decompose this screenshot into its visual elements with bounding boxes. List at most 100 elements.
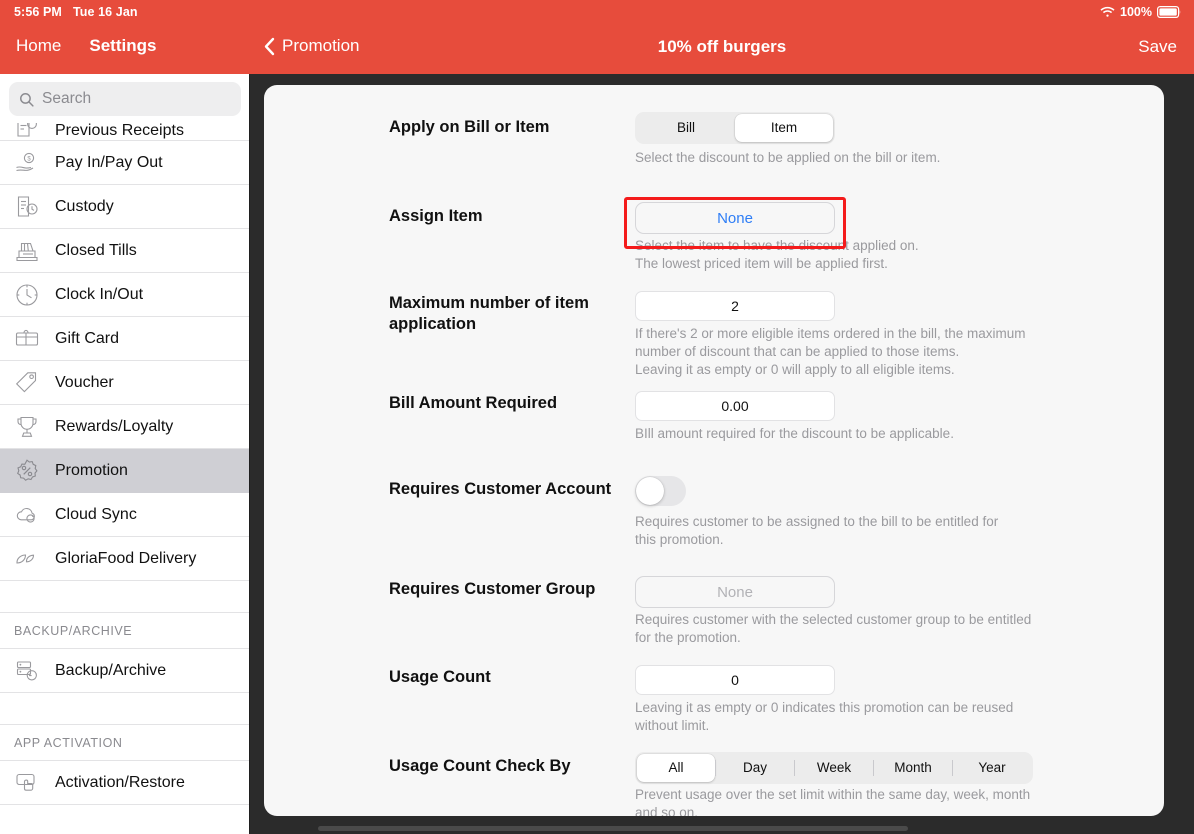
customer-group-value[interactable]: None	[635, 576, 835, 608]
segment-month[interactable]: Month	[874, 754, 952, 782]
tap-hand-icon	[16, 773, 35, 791]
trophy-icon	[17, 416, 37, 437]
bill-amount-input-wrap[interactable]: 0.00	[635, 391, 835, 421]
sidebar-item-previous-receipts[interactable]: Previous Receipts	[0, 123, 250, 141]
sidebar-list: Previous Receipts $ Pay In/Pay Out Custo…	[0, 123, 250, 834]
page-title: 10% off burgers	[657, 37, 787, 56]
field-hint-line1: Leaving it as empty or 0 indicates this …	[635, 700, 1014, 715]
cloud-sync-icon	[16, 507, 35, 523]
field-hint-line3: Leaving it as empty or 0 will apply to a…	[635, 362, 955, 377]
content-background: Apply on Bill or Item Bill Item Select t…	[250, 74, 1194, 834]
usage-count-input[interactable]: 0	[635, 665, 835, 695]
assign-item-picker[interactable]: None	[635, 202, 835, 234]
search-container: Search	[0, 74, 250, 123]
sidebar: 5:56 PM Tue 16 Jan Home Settings Search	[0, 0, 250, 834]
segment-year[interactable]: Year	[953, 754, 1031, 782]
sidebar-item-label: Backup/Archive	[55, 661, 167, 679]
sidebar-item-activation-restore[interactable]: Activation/Restore	[0, 761, 250, 805]
sidebar-item-pay-in-pay-out[interactable]: $ Pay In/Pay Out	[0, 141, 250, 185]
sidebar-item-cloud-sync[interactable]: Cloud Sync	[0, 493, 250, 537]
sidebar-item-voucher[interactable]: Voucher	[0, 361, 250, 405]
sidebar-item-label: Activation/Restore	[55, 773, 185, 791]
sidebar-item-rewards-loyalty[interactable]: Rewards/Loyalty	[0, 405, 250, 449]
status-date: Tue 16 Jan	[72, 5, 138, 19]
sidebar-item-label: Previous Receipts	[55, 123, 184, 139]
percent-badge-icon	[17, 458, 38, 481]
sidebar-item-label: Pay In/Pay Out	[55, 153, 163, 171]
cash-register-icon	[16, 242, 38, 261]
nav-settings-title: Settings	[89, 36, 157, 55]
max-item-application-input-wrap[interactable]: 2	[635, 291, 835, 321]
field-hint-line1: Select the item to have the discount app…	[635, 238, 919, 253]
sidebar-item-label: Promotion	[55, 461, 128, 479]
sidebar-gap	[0, 581, 250, 613]
max-item-application-input[interactable]: 2	[635, 291, 835, 321]
field-label: Apply on Bill or Item	[389, 118, 550, 136]
sidebar-item-promotion[interactable]: Promotion	[0, 449, 250, 493]
assign-item-value[interactable]: None	[635, 202, 835, 234]
sidebar-section-activation: APP ACTIVATION	[0, 725, 250, 761]
sidebar-item-clock-in-out[interactable]: Clock In/Out	[0, 273, 250, 317]
tag-icon	[15, 371, 37, 392]
segment-week[interactable]: Week	[795, 754, 873, 782]
toggle-track[interactable]	[635, 476, 686, 506]
field-hint-line1: Requires customer with the selected cust…	[635, 612, 1032, 627]
sidebar-item-label: Voucher	[55, 373, 114, 391]
bill-amount-input[interactable]: 0.00	[635, 391, 835, 421]
field-label: Assign Item	[389, 207, 483, 225]
requires-customer-group-picker[interactable]: None	[635, 576, 835, 608]
field-label: Bill Amount Required	[389, 394, 558, 412]
sidebar-item-label: Gift Card	[55, 329, 120, 347]
horizontal-scrollbar-track[interactable]	[250, 822, 1194, 834]
sidebar-section-backup: BACKUP/ARCHIVE	[0, 613, 250, 649]
clock-icon	[16, 283, 38, 306]
field-hint-line2: for the promotion.	[635, 630, 741, 645]
requires-customer-account-toggle[interactable]	[635, 476, 686, 506]
status-bar-left: 5:56 PM Tue 16 Jan	[14, 5, 138, 19]
field-label: Requires Customer Group	[389, 580, 596, 598]
usage-check-segmented-control[interactable]: All Day Week Month Year	[635, 752, 1033, 784]
sidebar-item-backup-archive[interactable]: Backup/Archive	[0, 649, 250, 693]
segment-item[interactable]: Item	[735, 114, 833, 142]
sidebar-tail	[0, 805, 250, 834]
sidebar-header: 5:56 PM Tue 16 Jan Home Settings	[0, 0, 250, 74]
leaf-icon	[16, 553, 35, 564]
field-hint-line2: number of discount that can be applied t…	[635, 344, 960, 359]
sidebar-item-label: Closed Tills	[55, 241, 137, 259]
segment-all[interactable]: All	[637, 754, 715, 782]
nav-home-button[interactable]: Home	[16, 36, 61, 56]
segment-bill[interactable]: Bill	[637, 114, 735, 142]
apply-on-segmented-control[interactable]: Bill Item	[635, 112, 835, 144]
field-hint-line2: and so on.	[635, 805, 699, 816]
search-icon	[20, 92, 34, 107]
battery-full-icon	[1157, 6, 1181, 18]
hand-money-icon: $	[16, 152, 35, 171]
sidebar-item-custody[interactable]: Custody	[0, 185, 250, 229]
usage-count-input-wrap[interactable]: 0	[635, 665, 835, 695]
field-hint-line1: Requires customer to be assigned to the …	[635, 514, 999, 529]
field-label: Usage Count Check By	[389, 757, 571, 775]
promotion-form-card: Apply on Bill or Item Bill Item Select t…	[264, 85, 1164, 816]
right-pane: 100% Promotion 10% off burgers Save Appl…	[250, 0, 1194, 834]
field-hint-line2: this promotion.	[635, 532, 724, 547]
wifi-icon	[1100, 6, 1115, 17]
sidebar-item-label: Cloud Sync	[55, 505, 137, 523]
sidebar-gap-2	[0, 693, 250, 725]
status-time: 5:56 PM	[14, 5, 62, 19]
segment-day[interactable]: Day	[716, 754, 794, 782]
search-placeholder: Search	[42, 90, 92, 107]
horizontal-scrollbar-thumb[interactable]	[318, 826, 908, 831]
sidebar-item-gift-card[interactable]: Gift Card	[0, 317, 250, 361]
search-input[interactable]: Search	[9, 82, 241, 116]
field-hint-line1: Prevent usage over the set limit within …	[635, 787, 1031, 802]
document-clock-icon	[17, 195, 38, 217]
toggle-knob	[636, 477, 664, 505]
app-screen: 5:56 PM Tue 16 Jan Home Settings Search	[0, 0, 1194, 834]
sidebar-item-label: Clock In/Out	[55, 285, 144, 303]
save-button[interactable]: Save	[1138, 37, 1177, 57]
sidebar-divider	[249, 74, 250, 834]
field-label: Maximum number of item application	[389, 294, 589, 333]
battery-percent: 100%	[1120, 5, 1152, 19]
sidebar-item-closed-tills[interactable]: Closed Tills	[0, 229, 250, 273]
sidebar-item-gloriafood-delivery[interactable]: GloriaFood Delivery	[0, 537, 250, 581]
